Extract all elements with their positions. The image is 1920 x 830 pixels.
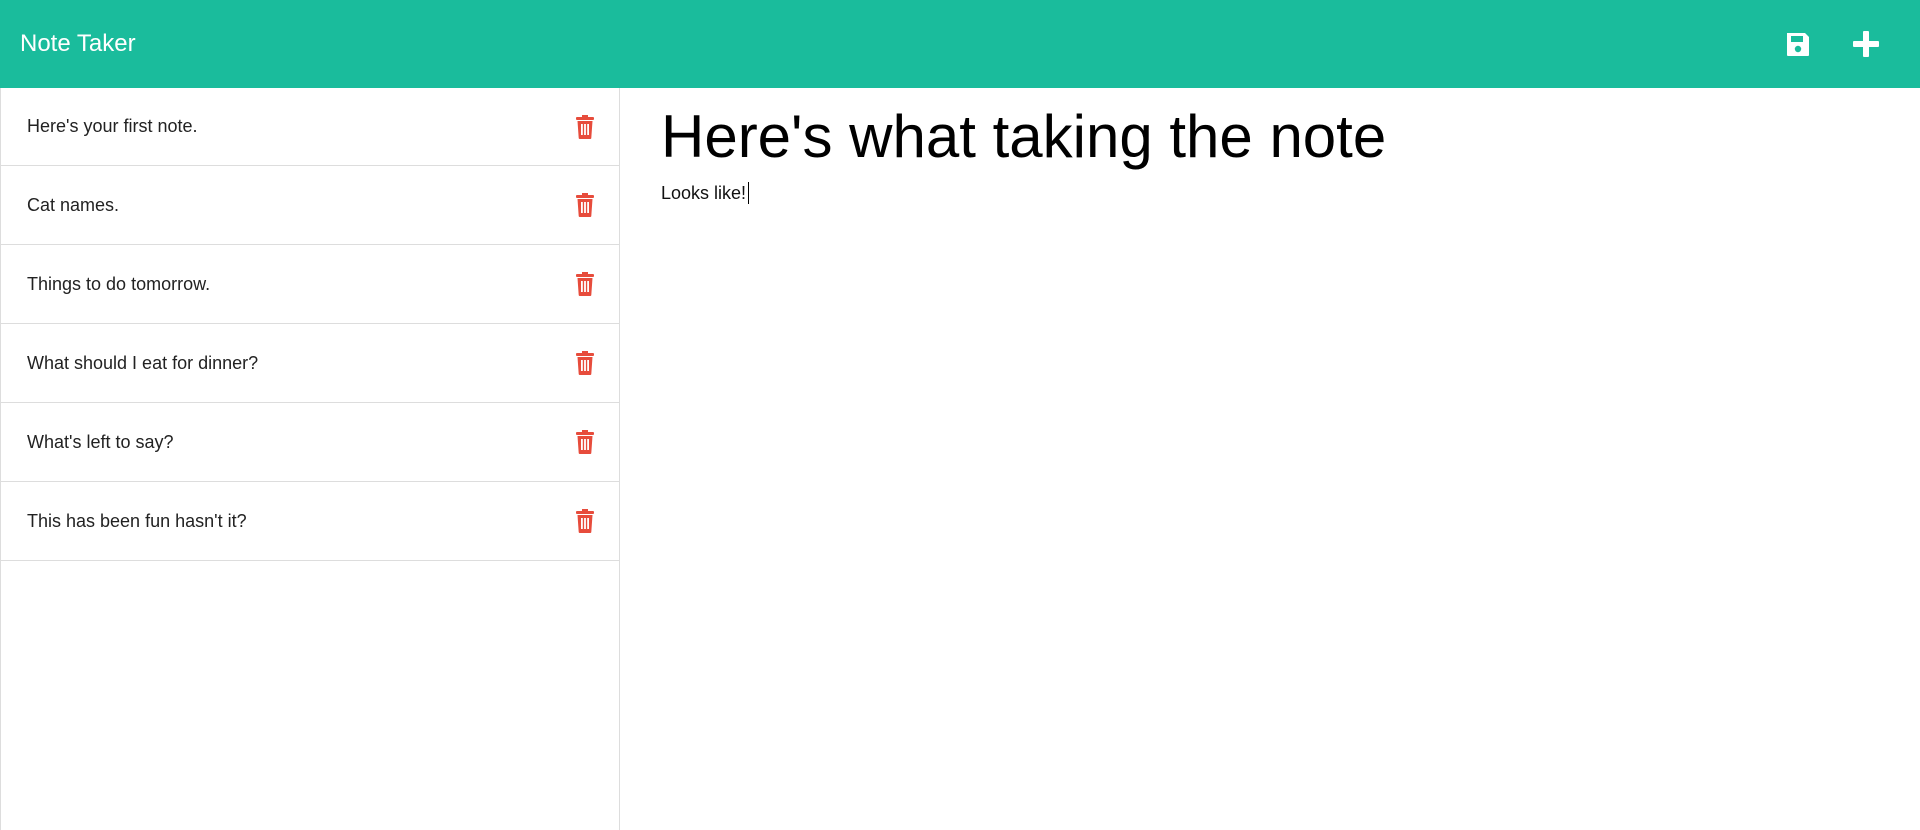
list-item[interactable]: This has been fun hasn't it? bbox=[1, 482, 619, 561]
trash-icon[interactable] bbox=[575, 114, 595, 139]
note-title[interactable]: Cat names. bbox=[27, 195, 119, 216]
new-note-button[interactable] bbox=[1848, 26, 1884, 62]
note-title[interactable]: What should I eat for dinner? bbox=[27, 353, 258, 374]
notes-sidebar: Here's your first note. Cat names. Thing… bbox=[0, 88, 620, 830]
trash-icon[interactable] bbox=[575, 430, 595, 454]
note-title[interactable]: Things to do tomorrow. bbox=[27, 274, 210, 295]
list-item[interactable]: Things to do tomorrow. bbox=[1, 245, 619, 324]
note-textarea[interactable]: Looks like! bbox=[661, 182, 1879, 204]
note-editor: Looks like! bbox=[620, 88, 1920, 830]
note-title-input[interactable] bbox=[661, 102, 1861, 172]
note-body-text: Looks like! bbox=[661, 182, 747, 203]
trash-icon[interactable] bbox=[575, 351, 595, 375]
trash-icon[interactable] bbox=[575, 272, 595, 296]
list-item[interactable]: Cat names. bbox=[1, 166, 619, 245]
note-title[interactable]: What's left to say? bbox=[27, 432, 174, 453]
note-list: Here's your first note. Cat names. Thing… bbox=[1, 88, 619, 561]
note-title[interactable]: This has been fun hasn't it? bbox=[27, 511, 247, 532]
text-cursor bbox=[748, 182, 750, 204]
save-note-button[interactable] bbox=[1780, 26, 1816, 62]
list-item[interactable]: What's left to say? bbox=[1, 403, 619, 482]
trash-icon[interactable] bbox=[575, 509, 595, 533]
list-item[interactable]: What should I eat for dinner? bbox=[1, 324, 619, 403]
save-icon bbox=[1787, 33, 1809, 56]
app-title[interactable]: Note Taker bbox=[20, 30, 136, 58]
navbar: Note Taker bbox=[0, 0, 1920, 88]
list-item[interactable]: Here's your first note. bbox=[1, 88, 619, 166]
note-title[interactable]: Here's your first note. bbox=[27, 116, 198, 137]
trash-icon[interactable] bbox=[575, 193, 595, 217]
plus-icon bbox=[1853, 31, 1879, 57]
